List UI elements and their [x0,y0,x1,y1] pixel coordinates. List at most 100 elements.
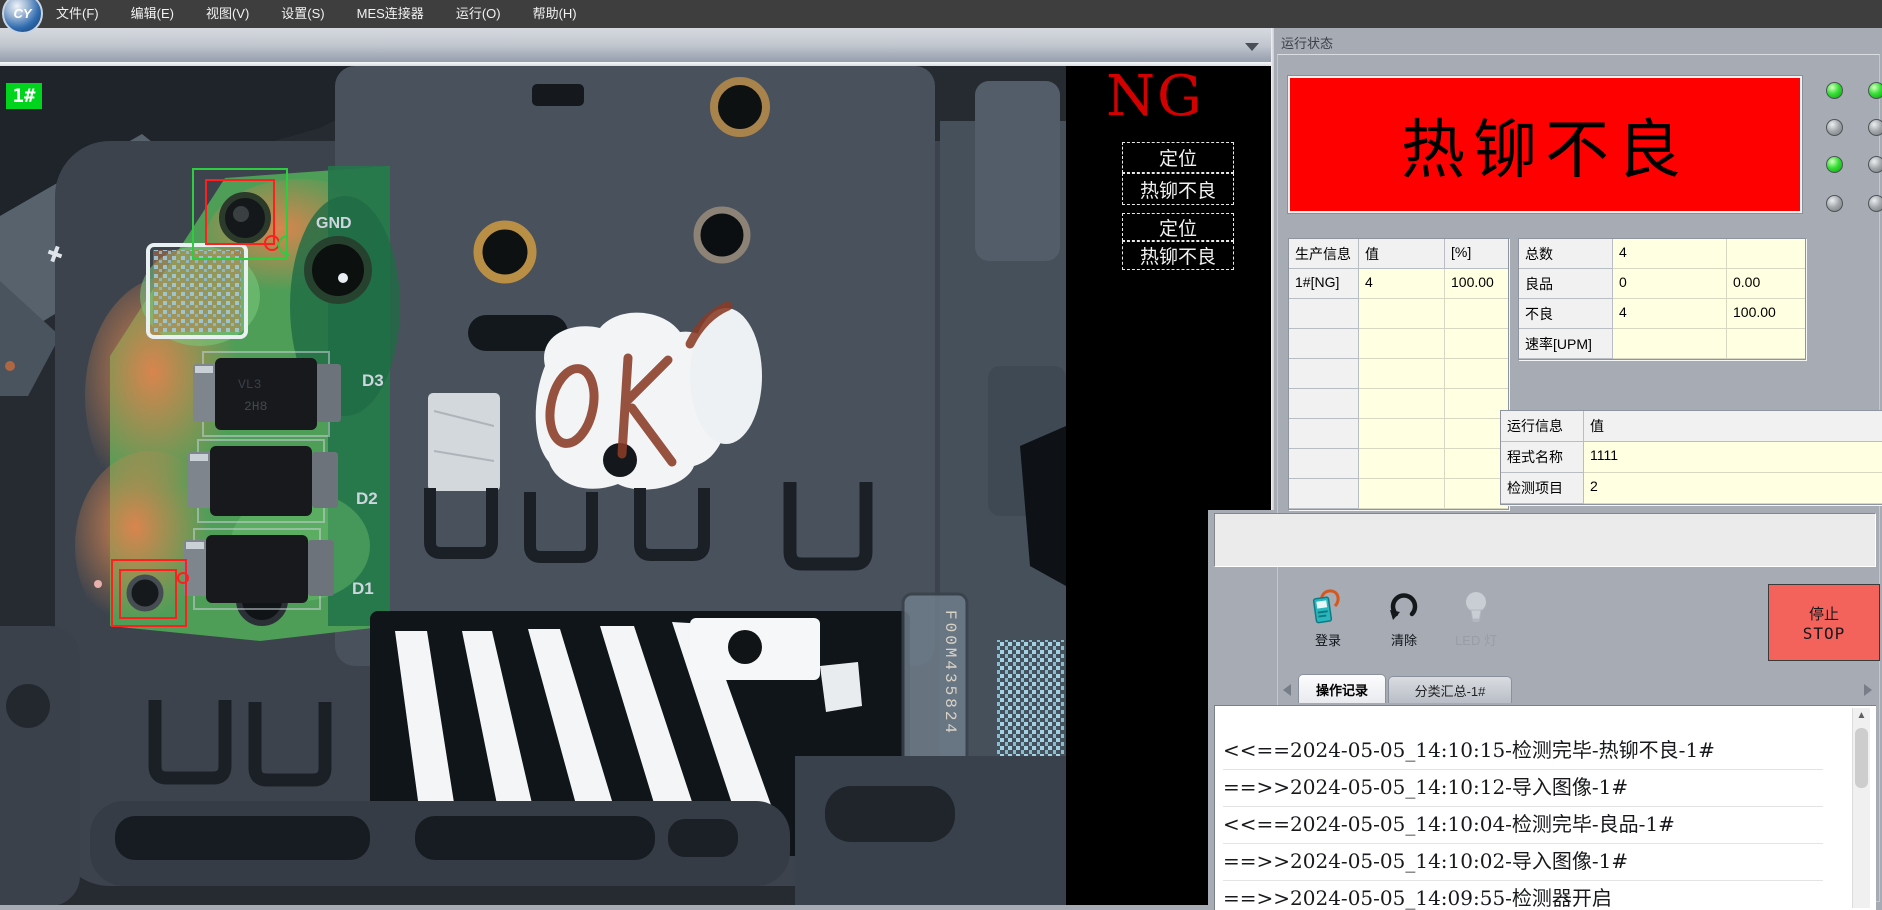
prod-header-pct: [%] [1445,239,1508,269]
svg-text:GND: GND [316,215,352,232]
svg-text:D2: D2 [356,489,378,508]
scroll-up-icon[interactable]: ▲ [1853,708,1870,725]
menu-file[interactable]: 文件(F) [40,0,115,28]
program-name-value: 1111 [1584,442,1882,473]
menu-help[interactable]: 帮助(H) [517,0,593,28]
table-row: 程式名称 1111 [1501,442,1882,473]
sum-ng-value: 4 [1613,299,1727,329]
overlay-label-locate-2: 定位 [1122,213,1234,241]
table-row: 总数 4 [1519,239,1805,269]
chevron-down-icon[interactable] [1245,43,1259,51]
table-row [1289,449,1508,479]
result-banner: 热铆不良 [1288,76,1802,213]
badge-icon [1311,588,1345,626]
status-led-4a [1826,195,1843,212]
clear-button[interactable]: 清除 [1376,588,1432,654]
scrollbar-thumb[interactable] [1855,728,1868,788]
sum-good-value: 0 [1613,269,1727,299]
table-row: 运行信息 值 [1501,411,1882,442]
tab-operation-log[interactable]: 操作记录 [1298,674,1386,703]
log-entry: <<==2024-05-05_14:10:04-检测完毕-良品-1# [1223,806,1823,844]
log-entry: <<==2024-05-05_14:10:15-检测完毕-热铆不良-1# [1223,732,1823,770]
menu-mes-connector[interactable]: MES连接器 [341,0,440,28]
prod-header-name: 生产信息 [1289,239,1359,269]
status-led-3a [1826,156,1843,173]
tab-scroll-right-icon[interactable] [1864,684,1872,696]
stop-button[interactable]: 停止 STOP [1768,584,1880,661]
svg-text:2H8: 2H8 [244,399,267,414]
led-light-button[interactable]: LED 灯 [1448,588,1504,654]
overlay-label-locate-1: 定位 [1122,142,1234,173]
tabbar-divider [0,62,1271,66]
login-button[interactable]: 登录 [1300,588,1356,654]
stop-label-cn: 停止 [1809,603,1839,624]
program-name-label: 程式名称 [1501,442,1584,473]
vision-inspection-app: { "menu": { "items": ["文件(F)", "编辑(E)", … [0,0,1882,905]
menu-items: 文件(F) 编辑(E) 视图(V) 设置(S) MES连接器 运行(O) 帮助(… [40,0,593,28]
svg-text:F00M435824: F00M435824 [941,610,959,736]
prod-row-value: 4 [1359,269,1445,299]
svg-text:VL3: VL3 [238,377,261,392]
sum-rate-label: 速率[UPM] [1519,329,1613,359]
sum-ng-label: 不良 [1519,299,1613,329]
svg-text:D3: D3 [362,371,384,390]
operation-log-list[interactable]: <<==2024-05-05_14:10:15-检测完毕-热铆不良-1# ==>… [1214,705,1876,910]
menu-settings[interactable]: 设置(S) [265,0,340,28]
log-entry: ==>>2024-05-05_14:10:02-导入图像-1# [1223,843,1823,881]
menu-view[interactable]: 视图(V) [190,0,265,28]
camera-tab-bar [0,28,1271,66]
table-row [1289,329,1508,359]
log-scrollbar[interactable]: ▲ [1852,708,1870,908]
overlay-label-rivet-1: 热铆不良 [1122,173,1234,205]
inspect-items-label: 检测项目 [1501,473,1584,504]
table-row [1289,389,1508,419]
prod-header-value: 值 [1359,239,1445,269]
log-entry: ==>>2024-05-05_14:09:55-检测器开启 [1223,880,1823,910]
lightbulb-icon [1459,588,1493,626]
table-row [1289,419,1508,449]
svg-text:D1: D1 [352,579,374,598]
stop-label-en: STOP [1803,624,1846,643]
runinfo-header-name: 运行信息 [1501,411,1584,442]
message-box [1214,513,1876,567]
summary-table: 总数 4 良品 0 0.00 不良 4 100.00 速率[UPM] [1518,238,1806,360]
led-light-label: LED 灯 [1455,630,1497,649]
prod-row-pct: 100.00 [1445,269,1508,299]
sum-rate-pct [1727,329,1805,359]
camera-photo: VL3 2H8 GND D3 D2 D1 DFM [0,66,1066,905]
sum-total-pct [1727,239,1805,269]
table-row [1289,299,1508,329]
table-row: 1#[NG] 4 100.00 [1289,269,1508,299]
table-row: 速率[UPM] [1519,329,1805,359]
inspection-result-text: NG [1106,66,1216,130]
table-row [1289,479,1508,509]
log-entry: ==>>2024-05-05_14:10:12-导入图像-1# [1223,769,1823,807]
table-row: 良品 0 0.00 [1519,269,1805,299]
menu-edit[interactable]: 编辑(E) [115,0,190,28]
status-led-2b [1868,119,1882,136]
login-label: 登录 [1315,630,1341,649]
status-led-1a [1826,82,1843,99]
clear-label: 清除 [1391,630,1417,649]
table-row: 不良 4 100.00 [1519,299,1805,329]
overlay-label-rivet-2: 热铆不良 [1122,241,1234,270]
sum-ng-pct: 100.00 [1727,299,1805,329]
diodes: VL3 2H8 [184,352,341,609]
sum-total-value: 4 [1613,239,1727,269]
status-led-1b [1868,82,1882,99]
run-info-table: 运行信息 值 程式名称 1111 检测项目 2 [1500,410,1882,505]
runinfo-header-value: 值 [1584,411,1882,442]
status-led-4b [1868,195,1882,212]
sum-total-label: 总数 [1519,239,1613,269]
menu-bar: CY 文件(F) 编辑(E) 视图(V) 设置(S) MES连接器 运行(O) … [0,0,1882,28]
tab-classification-summary[interactable]: 分类汇总-1# [1388,676,1512,703]
status-led-3b [1868,156,1882,173]
tab-scroll-left-icon[interactable] [1283,684,1291,696]
refresh-icon [1387,588,1421,626]
inspect-items-value: 2 [1584,473,1882,504]
sum-good-pct: 0.00 [1727,269,1805,299]
table-row [1289,359,1508,389]
panel-splitter[interactable] [1271,28,1274,510]
production-table: 生产信息 值 [%] 1#[NG] 4 100.00 [1288,238,1509,510]
menu-run[interactable]: 运行(O) [440,0,517,28]
